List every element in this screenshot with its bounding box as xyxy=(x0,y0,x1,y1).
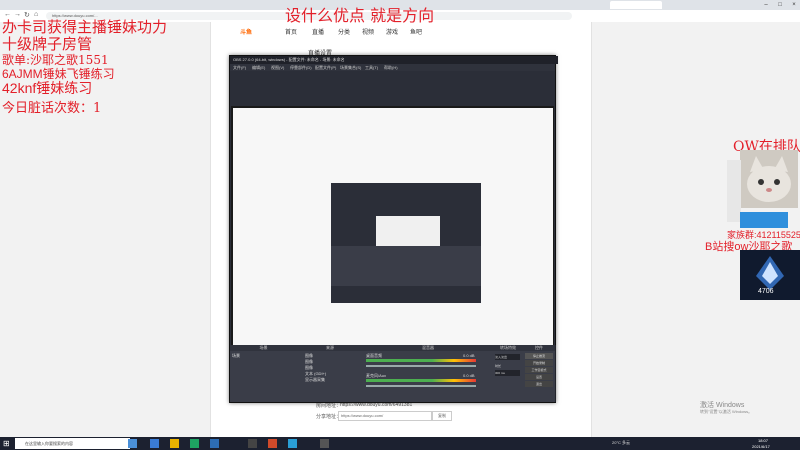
obs-taskbar-icon[interactable] xyxy=(248,439,257,448)
obs-menu-item[interactable]: 场景集合(S) xyxy=(340,64,361,71)
app-icon[interactable] xyxy=(210,439,219,448)
nav-item[interactable]: 直播 xyxy=(312,27,324,36)
nested-obs-docks xyxy=(331,246,481,286)
dock-header: 来源 xyxy=(297,345,363,351)
volume-slider[interactable] xyxy=(366,385,476,387)
nav-item[interactable]: 鱼吧 xyxy=(410,27,422,36)
taskbar: ⊞ 在这里输入你要搜索的内容 20°C 多云 18:07 2021/6/17 xyxy=(0,437,800,450)
obs-title-bar: OBS 27.0.0 (64-bit, windows) - 配置文件: 未命名… xyxy=(230,56,558,64)
scenes-dock: 场景 场景 xyxy=(230,345,298,402)
volume-meter xyxy=(366,379,476,382)
obs-window: OBS 27.0.0 (64-bit, windows) - 配置文件: 未命名… xyxy=(229,55,558,403)
chat-badge xyxy=(740,212,788,228)
mixer-dock: 混音器 桌面音频 0.0 dB 麦克风/Aux 0.0 dB xyxy=(363,345,494,402)
browser-tab[interactable] xyxy=(80,1,132,9)
edge-icon[interactable] xyxy=(150,439,159,448)
pull-url-field[interactable]: https://www.douyu.com/ xyxy=(338,411,432,421)
activation-hint: 转到"设置"以激活 Windows。 xyxy=(700,409,753,414)
browser-tab[interactable] xyxy=(2,1,44,9)
transitions-dock: 转场特效 淡入淡出 时长 300 ms xyxy=(493,345,524,402)
windows-start-icon[interactable]: ⊞ xyxy=(3,439,12,448)
app-icon[interactable] xyxy=(268,439,277,448)
overlay-line: 42knf锤妹练习 xyxy=(2,80,93,96)
site-nav: 斗鱼 首页 直播 分类 视频 游戏 鱼吧 xyxy=(210,24,590,38)
start-recording-button[interactable]: 开始录制 xyxy=(525,360,553,366)
dock-header: 控件 xyxy=(523,345,555,351)
obs-menu-item[interactable]: 帮助(H) xyxy=(384,64,398,71)
cat-image xyxy=(740,150,798,208)
duration-label: 时长 xyxy=(495,364,502,368)
stop-stream-button[interactable]: 停止推流 xyxy=(525,353,553,359)
close-icon[interactable]: × xyxy=(788,0,800,10)
dock-header: 混音器 xyxy=(363,345,493,351)
obs-menu-item[interactable]: 停靠部件(D) xyxy=(290,64,312,71)
obs-menu-item[interactable]: 编辑(E) xyxy=(252,64,265,71)
overlay-line: 今日脏话次数：1 xyxy=(2,101,102,116)
exit-button[interactable]: 退出 xyxy=(525,381,553,387)
mixer-value: 0.0 dB xyxy=(463,373,475,378)
nav-item[interactable]: 视频 xyxy=(362,27,374,36)
studio-mode-button[interactable]: 工作室模式 xyxy=(525,367,553,373)
browser-tab-active[interactable] xyxy=(610,1,662,9)
clock-time[interactable]: 18:07 xyxy=(758,438,768,443)
weather-text[interactable]: 20°C 多云 xyxy=(612,440,630,446)
copy-button[interactable]: 复制 xyxy=(432,411,452,421)
browser-tab[interactable] xyxy=(135,1,197,9)
volume-slider[interactable] xyxy=(366,365,476,367)
clock-date[interactable]: 2021/6/17 xyxy=(752,444,770,449)
obs-menu-bar: 文件(F) 编辑(E) 视图(V) 停靠部件(D) 配置文件(P) 场景集合(S… xyxy=(230,64,555,71)
obs-menu-item[interactable]: 视图(V) xyxy=(271,64,284,71)
source-item[interactable]: 显示器采集 xyxy=(305,377,326,383)
scene-item[interactable]: 场景 xyxy=(232,353,240,359)
rank-number: 4706 xyxy=(758,288,774,295)
maximize-icon[interactable]: □ xyxy=(774,0,786,10)
task-view-icon[interactable] xyxy=(128,439,137,448)
minimize-icon[interactable]: – xyxy=(760,0,772,10)
app-icon[interactable] xyxy=(190,439,199,448)
chat-panel-strip xyxy=(727,160,741,222)
nav-item[interactable]: 分类 xyxy=(338,27,350,36)
dock-header: 转场特效 xyxy=(493,345,523,351)
obs-menu-item[interactable]: 工具(T) xyxy=(365,64,378,71)
obs-preview[interactable] xyxy=(231,106,554,361)
room-link-label: 房间地址： xyxy=(316,403,342,409)
controls-dock: 控件 停止推流 开始录制 工作室模式 设置 退出 xyxy=(523,345,556,402)
folder-icon[interactable] xyxy=(170,439,179,448)
settings-button[interactable]: 设置 xyxy=(525,374,553,380)
top-banner: 设什么优点 就是方向 xyxy=(285,6,435,25)
volume-meter xyxy=(366,359,476,362)
obs-menu-item[interactable]: 文件(F) xyxy=(233,64,246,71)
transition-select[interactable]: 淡入淡出 xyxy=(495,354,520,360)
nav-item[interactable]: 游戏 xyxy=(386,27,398,36)
dock-header: 场景 xyxy=(230,345,297,351)
nav-item[interactable]: 首页 xyxy=(285,27,297,36)
sources-dock: 来源 图像 图像 图像 文本 (GDI+) 显示器采集 xyxy=(297,345,364,402)
obs-menu-item[interactable]: 配置文件(P) xyxy=(315,64,336,71)
mixer-value: 0.0 dB xyxy=(463,353,475,358)
site-logo[interactable]: 斗鱼 xyxy=(240,27,252,36)
rank-badge: 4706 xyxy=(740,250,800,300)
browser-tab[interactable] xyxy=(44,1,78,9)
app-icon[interactable] xyxy=(320,439,329,448)
taskbar-search-input[interactable]: 在这里输入你要搜索的内容 xyxy=(15,438,130,449)
app-icon[interactable] xyxy=(288,439,297,448)
duration-input[interactable]: 300 ms xyxy=(495,370,520,376)
